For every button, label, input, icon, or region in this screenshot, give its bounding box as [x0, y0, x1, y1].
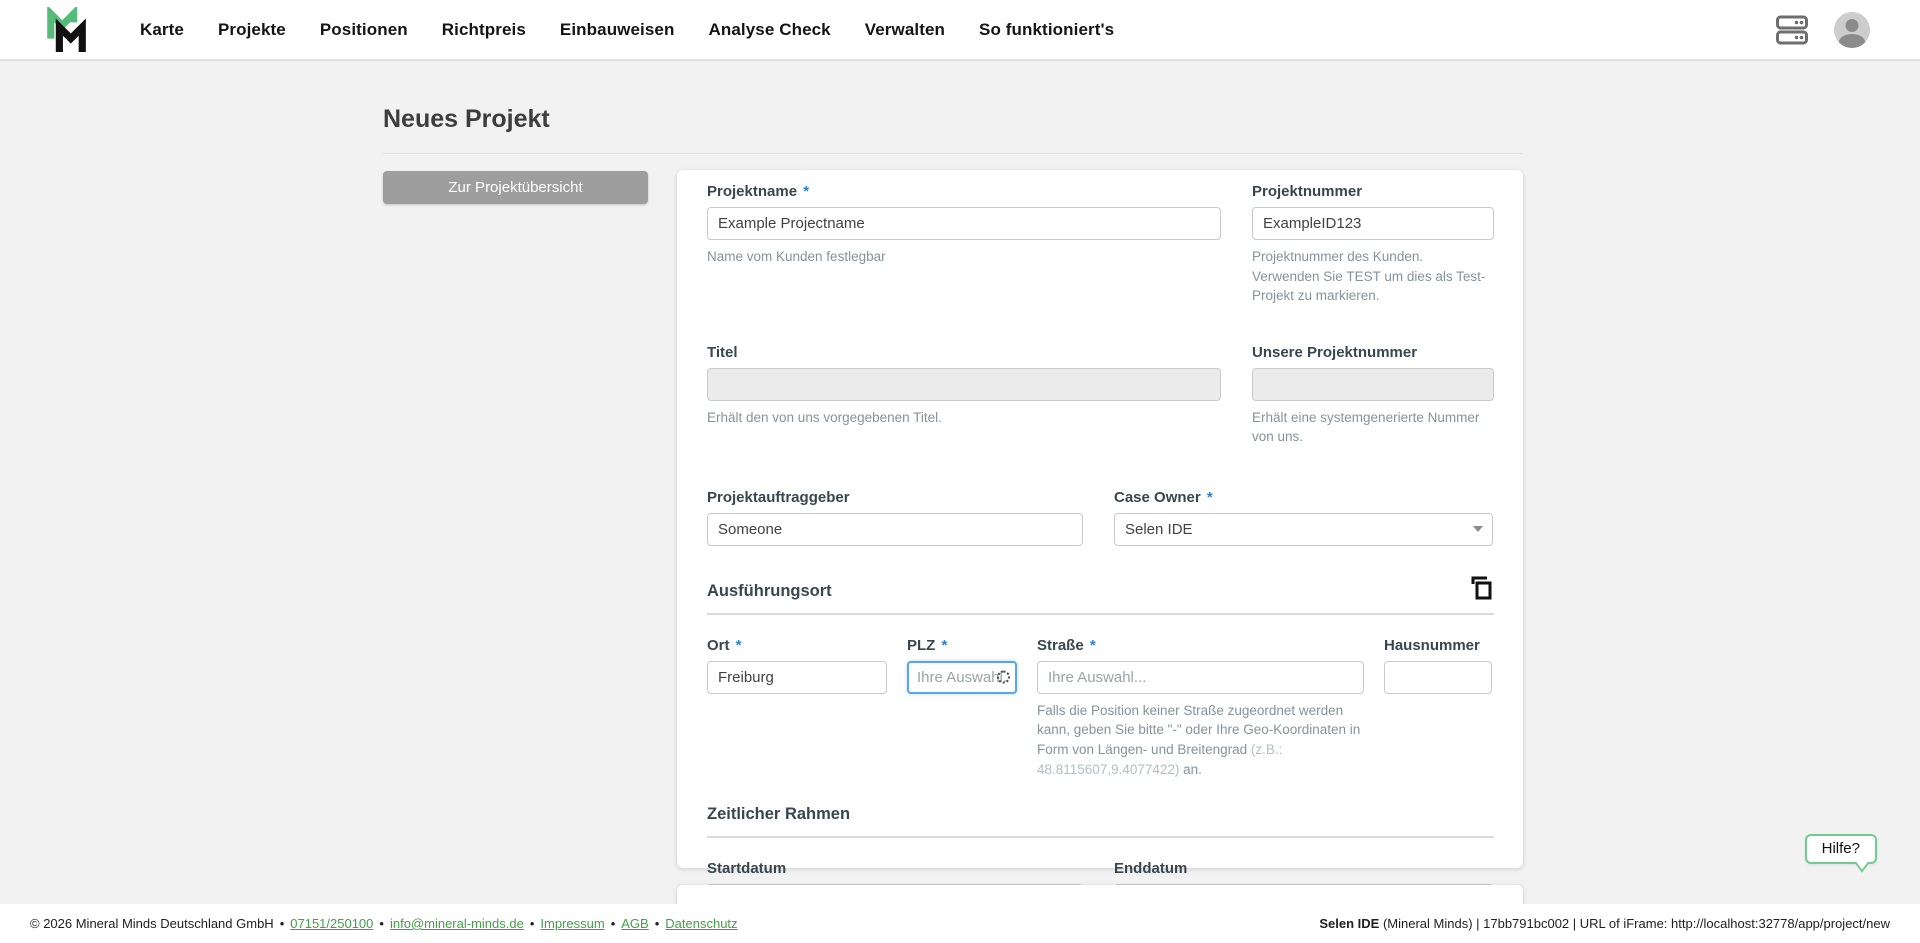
strasse-input[interactable]	[1037, 661, 1364, 694]
strasse-helper: Falls die Position keiner Straße zugeord…	[1037, 701, 1364, 779]
main-content: Neues Projekt Zur Projektübersicht Proje…	[0, 61, 1920, 904]
strasse-label: Straße *	[1037, 637, 1364, 654]
projektnummer-helper: Projektnummer des Kunden. Verwenden Sie …	[1252, 247, 1494, 306]
unsere-projektnummer-helper: Erhält eine systemgenerierte Nummer von …	[1252, 408, 1494, 447]
projektname-input[interactable]	[707, 207, 1221, 240]
field-hausnummer: Hausnummer	[1384, 637, 1492, 779]
zeitlicher-rahmen-heading: Zeitlicher Rahmen	[707, 805, 850, 824]
field-titel: Titel Erhält den von uns vorgegebenen Ti…	[707, 344, 1221, 447]
projektauftraggeber-input[interactable]	[707, 513, 1083, 546]
ort-input[interactable]	[707, 661, 887, 694]
copyright-text: © 2026 Mineral Minds Deutschland GmbH	[30, 916, 274, 931]
nav-item-karte[interactable]: Karte	[140, 20, 184, 40]
zur-projektuebersicht-button[interactable]: Zur Projektübersicht	[383, 171, 648, 204]
user-avatar[interactable]	[1834, 12, 1870, 48]
ort-label: Ort *	[707, 637, 887, 654]
session-info: Selen IDE (Mineral Minds) | 17bb791bc002…	[1319, 916, 1890, 931]
nav-item-so-funktionierts[interactable]: So funktioniert's	[979, 20, 1114, 40]
required-asterisk: *	[736, 637, 742, 654]
enddatum-label: Enddatum	[1114, 860, 1493, 877]
case-owner-select[interactable]: Selen IDE	[1114, 513, 1493, 546]
loading-spinner-icon	[997, 671, 1010, 684]
ausfuehrungsort-heading: Ausführungsort	[707, 582, 832, 601]
case-owner-label: Case Owner *	[1114, 489, 1493, 506]
field-projektnummer: Projektnummer Projektnummer des Kunden. …	[1252, 183, 1494, 306]
required-asterisk: *	[1207, 489, 1213, 506]
nav-item-analyse-check[interactable]: Analyse Check	[708, 20, 830, 40]
session-user: Selen IDE	[1319, 916, 1379, 931]
nav-item-richtpreis[interactable]: Richtpreis	[442, 20, 526, 40]
field-ort: Ort *	[707, 637, 887, 779]
section-ausfuehrungsort: Ausführungsort	[707, 576, 1494, 615]
unsere-projektnummer-input	[1252, 368, 1494, 401]
hausnummer-input[interactable]	[1384, 661, 1492, 694]
nav-item-einbauweisen[interactable]: Einbauweisen	[560, 20, 675, 40]
unsere-projektnummer-label: Unsere Projektnummer	[1252, 344, 1494, 361]
datenschutz-link[interactable]: Datenschutz	[665, 916, 737, 931]
titel-input	[707, 368, 1221, 401]
server-dns-icon[interactable]	[1776, 15, 1808, 45]
nav-item-verwalten[interactable]: Verwalten	[865, 20, 945, 40]
main-nav: Karte Projekte Positionen Richtpreis Ein…	[140, 20, 1114, 40]
email-link[interactable]: info@mineral-minds.de	[390, 916, 524, 931]
avatar-head-icon	[1846, 19, 1859, 32]
impressum-link[interactable]: Impressum	[540, 916, 604, 931]
section-zeitlicher-rahmen: Zeitlicher Rahmen	[707, 805, 1494, 838]
projektauftraggeber-label: Projektauftraggeber	[707, 489, 1083, 506]
projektnummer-label: Projektnummer	[1252, 183, 1494, 200]
copy-icon[interactable]	[1468, 576, 1494, 603]
agb-link[interactable]: AGB	[621, 916, 648, 931]
titel-helper: Erhält den von uns vorgegebenen Titel.	[707, 408, 1221, 428]
case-owner-selected-value: Selen IDE	[1125, 521, 1193, 538]
footer: © 2026 Mineral Minds Deutschland GmbH • …	[0, 904, 1920, 943]
field-strasse: Straße * Falls die Position keiner Straß…	[1037, 637, 1364, 779]
projektname-helper: Name vom Kunden festlegbar	[707, 247, 1221, 267]
required-asterisk: *	[803, 183, 809, 200]
project-form-card: Projektname * Name vom Kunden festlegbar…	[677, 170, 1523, 868]
projektname-label: Projektname *	[707, 183, 1221, 200]
next-card-preview	[677, 885, 1523, 904]
startdatum-label: Startdatum	[707, 860, 1083, 877]
page-title: Neues Projekt	[383, 105, 550, 134]
field-projektname: Projektname * Name vom Kunden festlegbar	[707, 183, 1221, 306]
nav-item-projekte[interactable]: Projekte	[218, 20, 286, 40]
field-unsere-projektnummer: Unsere Projektnummer Erhält eine systemg…	[1252, 344, 1494, 447]
required-asterisk: *	[1090, 637, 1096, 654]
avatar-body-icon	[1839, 34, 1865, 48]
nav-item-positionen[interactable]: Positionen	[320, 20, 408, 40]
hilfe-button[interactable]: Hilfe?	[1805, 834, 1877, 864]
mineral-minds-logo-icon[interactable]	[46, 7, 88, 53]
hausnummer-label: Hausnummer	[1384, 637, 1492, 654]
top-navbar: Karte Projekte Positionen Richtpreis Ein…	[0, 0, 1920, 61]
chevron-down-icon	[1473, 526, 1483, 532]
field-plz: PLZ *	[907, 637, 1017, 779]
plz-label: PLZ *	[907, 637, 1017, 654]
titel-label: Titel	[707, 344, 1221, 361]
projektnummer-input[interactable]	[1252, 207, 1494, 240]
title-divider	[383, 153, 1523, 154]
field-projektauftraggeber: Projektauftraggeber	[707, 489, 1083, 546]
required-asterisk: *	[942, 637, 948, 654]
phone-link[interactable]: 07151/250100	[290, 916, 373, 931]
field-case-owner: Case Owner * Selen IDE	[1114, 489, 1493, 546]
